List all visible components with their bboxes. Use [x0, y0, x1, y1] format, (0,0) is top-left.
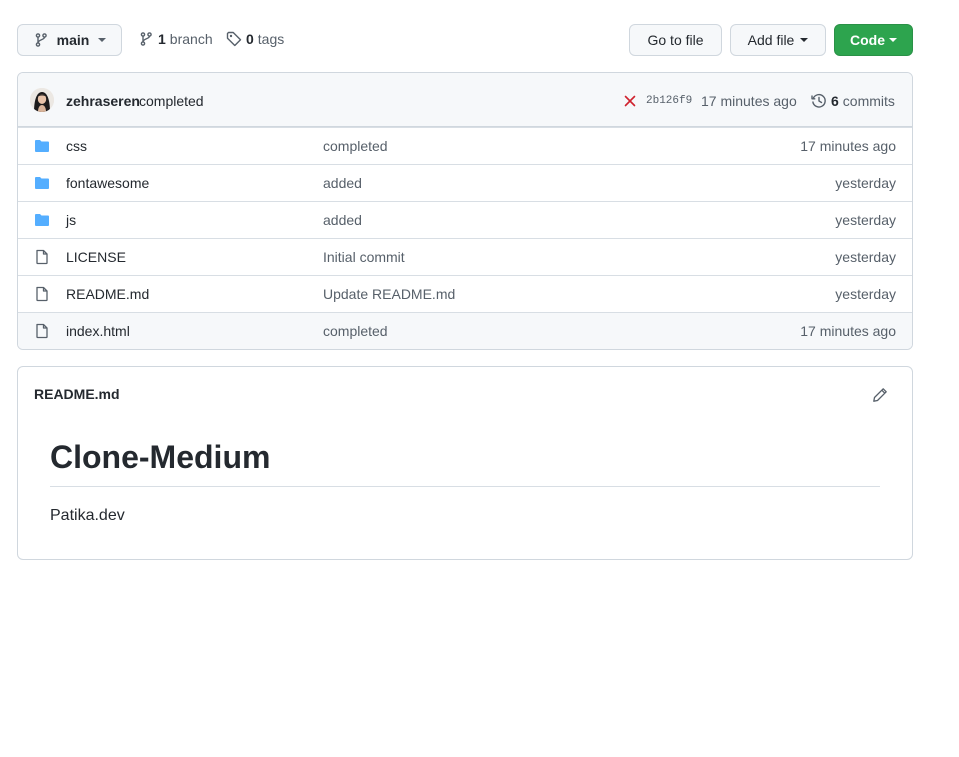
commit-count: 6 — [831, 93, 839, 109]
table-row[interactable]: fontawesome added yesterday — [18, 164, 912, 201]
avatar[interactable] — [30, 88, 54, 112]
file-commit-message[interactable]: Initial commit — [323, 249, 405, 265]
readme-filename[interactable]: README.md — [34, 386, 120, 402]
file-icon — [36, 323, 48, 339]
file-commit-message[interactable]: added — [323, 175, 362, 191]
go-to-file-label: Go to file — [647, 32, 704, 48]
branch-select-button[interactable]: main — [17, 24, 122, 56]
git-branch-icon — [35, 33, 47, 47]
readme-divider — [50, 486, 880, 487]
file-age: 17 minutes ago — [800, 323, 896, 339]
tag-icon — [226, 31, 242, 47]
commit-author[interactable]: zehraseren — [66, 93, 140, 109]
tag-label: tags — [257, 31, 285, 47]
file-icon — [36, 249, 48, 265]
file-age: 17 minutes ago — [800, 138, 896, 154]
folder-icon — [35, 177, 49, 189]
table-row[interactable]: README.md Update README.md yesterday — [18, 275, 912, 312]
latest-commit-bar: zehraseren completed 2b126f9 17 minutes … — [18, 73, 912, 127]
branches-link[interactable]: 1 branch — [138, 31, 213, 47]
branch-count: 1 — [158, 31, 166, 47]
file-age: yesterday — [835, 249, 896, 265]
file-age: yesterday — [835, 212, 896, 228]
table-row[interactable]: LICENSE Initial commit yesterday — [18, 238, 912, 275]
folder-icon — [35, 140, 49, 152]
code-label: Code — [850, 32, 885, 48]
history-icon — [811, 93, 826, 108]
branch-name: main — [56, 32, 90, 48]
file-commit-message[interactable]: Update README.md — [323, 286, 455, 302]
file-commit-message[interactable]: added — [323, 212, 362, 228]
file-name[interactable]: js — [66, 212, 76, 228]
commit-label: commits — [842, 93, 895, 109]
commit-message[interactable]: completed — [139, 93, 204, 109]
commits-link[interactable]: 6 commits — [811, 93, 895, 109]
add-file-label: Add file — [747, 32, 795, 48]
chevron-down-icon — [800, 38, 809, 42]
file-commit-message[interactable]: completed — [323, 138, 388, 154]
file-age: yesterday — [835, 286, 896, 302]
x-icon[interactable] — [624, 95, 636, 107]
chevron-down-icon — [98, 38, 107, 42]
tag-count: 0 — [246, 31, 254, 47]
file-name[interactable]: fontawesome — [66, 175, 149, 191]
file-name[interactable]: LICENSE — [66, 249, 126, 265]
file-name[interactable]: css — [66, 138, 87, 154]
pencil-icon[interactable] — [872, 387, 888, 403]
user-avatar-icon — [30, 88, 54, 112]
file-icon — [36, 286, 48, 302]
folder-icon — [35, 214, 49, 226]
readme-heading: Clone-Medium — [50, 439, 271, 475]
table-row[interactable]: index.html completed 17 minutes ago — [18, 312, 912, 349]
file-name[interactable]: README.md — [66, 286, 149, 302]
file-commit-message[interactable]: completed — [323, 323, 388, 339]
commit-time: 17 minutes ago — [701, 93, 797, 109]
file-name[interactable]: index.html — [66, 323, 130, 339]
git-branch-icon — [140, 32, 152, 46]
commit-sha[interactable]: 2b126f9 — [646, 95, 692, 107]
chevron-down-icon — [889, 38, 897, 42]
readme-body: Patika.dev — [50, 507, 125, 524]
table-row[interactable]: js added yesterday — [18, 201, 912, 238]
code-button[interactable]: Code — [834, 24, 913, 56]
file-table: zehraseren completed 2b126f9 17 minutes … — [17, 72, 913, 350]
readme-box: README.md Clone-Medium Patika.dev — [17, 366, 913, 560]
add-file-button[interactable]: Add file — [730, 24, 826, 56]
go-to-file-button[interactable]: Go to file — [629, 24, 722, 56]
file-age: yesterday — [835, 175, 896, 191]
table-row[interactable]: css completed 17 minutes ago — [18, 127, 912, 164]
tags-link[interactable]: 0 tags — [226, 31, 284, 47]
branch-label: branch — [169, 31, 213, 47]
